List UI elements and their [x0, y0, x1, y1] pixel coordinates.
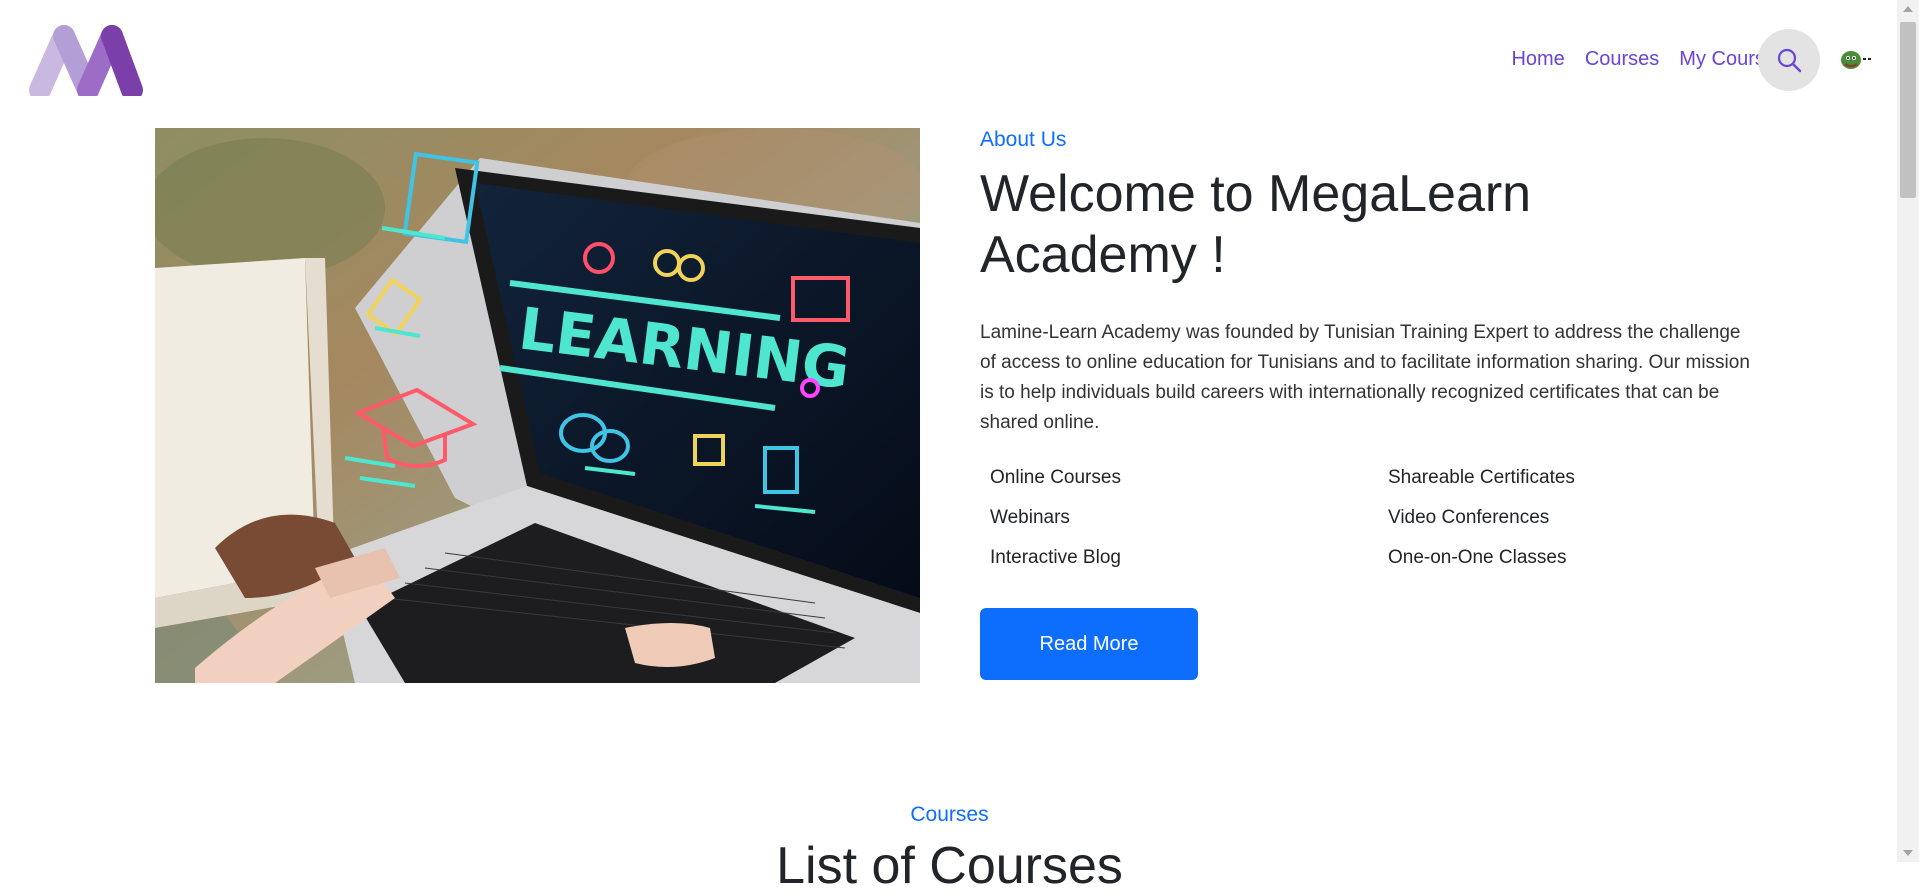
scroll-down-arrow-icon[interactable] — [1903, 850, 1913, 856]
about-eyebrow: About Us — [980, 128, 1067, 151]
page-scrollbar[interactable] — [1897, 0, 1919, 862]
feature-item: One-on-One Classes — [1388, 547, 1567, 568]
feature-item: Shareable Certificates — [1388, 467, 1575, 488]
main-nav: Home Courses My Courses — [1511, 48, 1786, 71]
courses-title: List of Courses — [776, 837, 1123, 895]
scroll-thumb[interactable] — [1900, 22, 1916, 198]
logo-icon[interactable] — [28, 24, 144, 101]
feature-item: Video Conferences — [1388, 507, 1550, 528]
nav-link-courses[interactable]: Courses — [1585, 48, 1659, 71]
nav-link-home[interactable]: Home — [1511, 48, 1564, 71]
feature-item: Online Courses — [990, 467, 1121, 488]
about-section: About Us Welcome to MegaLearn Academy ! … — [980, 128, 1750, 680]
feature-list: Online Courses Shareable Certificates We… — [980, 466, 1750, 570]
courses-eyebrow: Courses — [910, 803, 989, 826]
about-description: Lamine-Learn Academy was founded by Tuni… — [980, 322, 1750, 433]
read-more-button[interactable]: Read More — [980, 608, 1198, 680]
scroll-up-arrow-icon[interactable] — [1903, 6, 1913, 12]
feature-item: Webinars — [990, 507, 1070, 528]
hero-laptop-image: LEARNING — [155, 128, 920, 683]
user-avatar-icon[interactable] — [1840, 48, 1876, 72]
about-title: Welcome to MegaLearn Academy ! — [980, 165, 1532, 284]
feature-item: Interactive Blog — [990, 547, 1121, 568]
navbar: Home Courses My Courses — [0, 0, 1896, 125]
search-icon — [1777, 48, 1802, 73]
search-button[interactable] — [1758, 29, 1820, 91]
